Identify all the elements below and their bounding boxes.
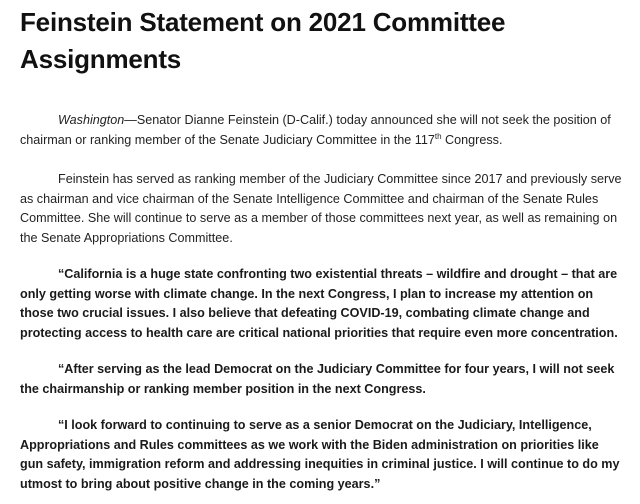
page-title: Feinstein Statement on 2021 Committee As… bbox=[20, 7, 506, 74]
background-paragraph: Feinstein has served as ranking member o… bbox=[20, 172, 622, 245]
quote-paragraph-1: “California is a huge state confronting … bbox=[20, 267, 618, 340]
ordinal-suffix: th bbox=[434, 131, 442, 141]
press-release-page: Feinstein Statement on 2021 Committee As… bbox=[0, 0, 640, 504]
dateline: Washington bbox=[58, 113, 125, 127]
quote-paragraph-3: “I look forward to continuing to serve a… bbox=[20, 418, 620, 491]
quote-paragraph-2: “After serving as the lead Democrat on t… bbox=[20, 362, 615, 396]
intro-paragraph: Washington—Senator Dianne Feinstein (D-C… bbox=[20, 111, 624, 150]
intro-text-end: Congress. bbox=[441, 132, 503, 147]
